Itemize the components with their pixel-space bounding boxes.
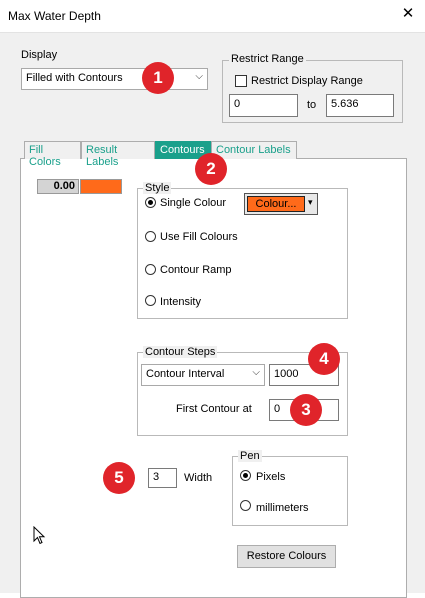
tab-result-labels[interactable]: Result Labels [81,141,155,168]
intensity-radio[interactable] [145,295,156,306]
chevron-down-icon: ⌵ [252,367,260,378]
callout-badge-4: 4 [308,343,340,375]
dropdown-arrow-icon: ▾ [308,197,313,207]
millimeters-radio[interactable] [240,500,251,511]
pen-group-title: Pen [238,450,262,462]
callout-badge-2: 2 [195,153,227,185]
mouse-cursor-icon [33,526,46,545]
restrict-display-label: Restrict Display Range [251,75,363,87]
display-select[interactable]: Filled with Contours ⌵ [21,68,208,90]
width-value: 3 [153,471,160,483]
contour-mode-select[interactable]: Contour Interval ⌵ [141,364,265,386]
contour-mode-value: Contour Interval [146,368,225,380]
range-to-label: to [307,99,317,111]
title-bar: Max Water Depth ✕ [0,0,425,33]
colour-button-label: Colour... [247,196,305,212]
contour-steps-title: Contour Steps [143,346,218,358]
contour-ramp-radio[interactable] [145,264,156,275]
range-max-input[interactable]: 5.636 [326,94,394,117]
use-fill-colours-label: Use Fill Colours [160,231,238,243]
restrict-display-checkbox[interactable] [235,75,247,87]
single-colour-label: Single Colour [160,197,227,209]
chevron-down-icon: ⌵ [195,71,203,82]
millimeters-label: millimeters [256,502,309,514]
pixels-radio[interactable] [240,470,251,481]
style-group-title: Style [143,182,172,194]
colour-button[interactable]: Colour... ▾ [244,193,318,215]
range-min-input[interactable]: 0 [229,94,298,117]
first-contour-value: 0 [274,403,281,415]
restrict-range-title: Restrict Range [229,53,306,65]
tab-contour-labels[interactable]: Contour Labels [211,141,297,159]
width-input[interactable]: 3 [148,468,177,488]
swatch-value: 0.00 [37,179,79,194]
display-label: Display [21,49,58,61]
range-min-value: 0 [234,98,241,110]
callout-badge-3: 3 [290,394,322,426]
callout-badge-5: 5 [103,462,135,494]
first-contour-label: First Contour at [176,403,252,415]
range-max-value: 5.636 [331,98,359,110]
pixels-label: Pixels [256,471,286,483]
callout-badge-1: 1 [142,62,174,94]
restore-colours-button[interactable]: Restore Colours [237,545,336,568]
use-fill-colours-radio[interactable] [145,231,156,242]
width-label: Width [184,472,213,484]
contour-ramp-label: Contour Ramp [160,264,232,276]
swatch-color[interactable] [80,179,122,194]
close-icon[interactable]: ✕ [398,6,418,21]
contour-interval-value: 1000 [274,368,299,380]
window-title: Max Water Depth [8,9,101,23]
pen-group [232,456,348,526]
single-colour-radio[interactable] [145,197,156,208]
intensity-label: Intensity [160,296,201,308]
tab-fill-colors[interactable]: Fill Colors [24,141,81,168]
display-select-value: Filled with Contours [26,72,123,84]
